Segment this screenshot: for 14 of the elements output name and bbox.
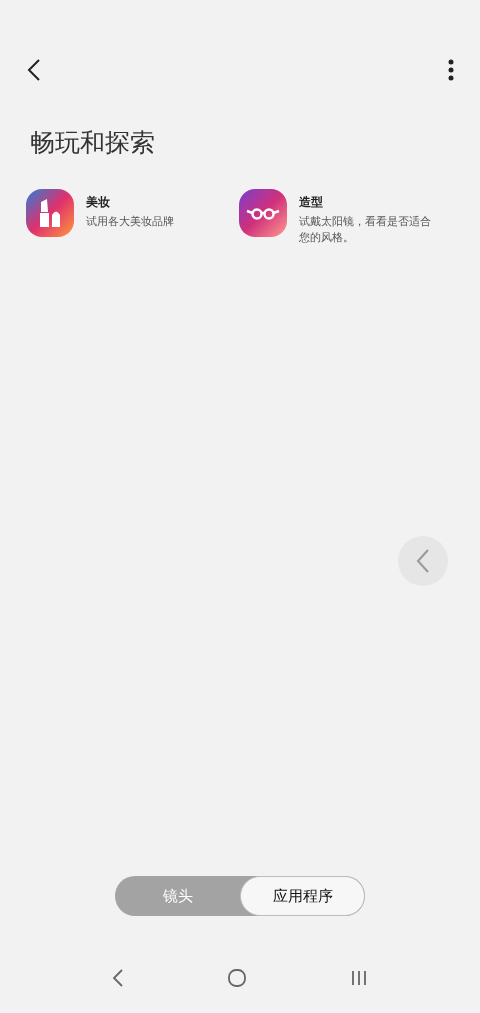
back-button[interactable]: [26, 58, 42, 82]
feature-name[interactable]: 美妆: [86, 194, 226, 211]
more-options-icon[interactable]: [448, 59, 454, 81]
feature-name[interactable]: 造型: [299, 194, 439, 211]
feature-description: 试用各大美妆品牌: [86, 214, 175, 229]
side-panel-handle[interactable]: [398, 536, 448, 586]
page-title: 畅玩和探索: [30, 127, 155, 159]
recent-apps-icon[interactable]: [350, 970, 369, 986]
lipstick-icon: [26, 189, 74, 237]
glasses-icon: [239, 189, 287, 237]
home-icon[interactable]: [227, 968, 247, 988]
mode-tab[interactable]: 应用程序: [240, 876, 365, 916]
feature-description: 试戴太阳镜，看看是否适合您的风格。: [299, 214, 432, 245]
back-icon[interactable]: [111, 969, 124, 987]
